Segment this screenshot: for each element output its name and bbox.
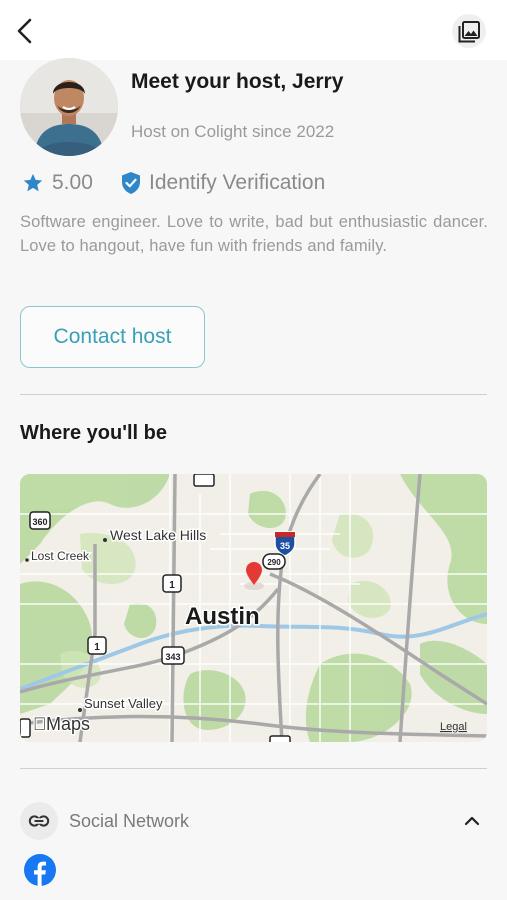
- facebook-icon[interactable]: [24, 854, 56, 886]
- back-arrow-icon: [17, 18, 32, 44]
- host-bio: Software engineer. Love to write, bad bu…: [20, 213, 488, 255]
- host-since-text: Host on Colight since 2022: [131, 122, 335, 141]
- verified-badge-icon: [122, 172, 140, 194]
- verification-label: Identify Verification: [149, 171, 326, 194]
- top-bar: [0, 0, 507, 60]
- shield-1: 1: [169, 580, 175, 591]
- social-network-header[interactable]: Social Network: [20, 800, 487, 842]
- host-avatar: [20, 58, 118, 156]
- place-sunset-valley: Sunset Valley: [84, 696, 163, 711]
- social-network-label: Social Network: [69, 811, 190, 831]
- location-map[interactable]: 360 1 1 343 35 290 West Lake Hills Lost …: [20, 474, 487, 742]
- place-west-lake-hills: West Lake Hills: [110, 527, 206, 543]
- maps-attribution: Maps: [46, 714, 90, 734]
- rating-value: 5.00: [52, 171, 93, 194]
- shield-290: 290: [267, 558, 281, 567]
- svg-text:: : [33, 714, 47, 734]
- shield-35: 35: [280, 541, 290, 551]
- host-title: Meet your host, Jerry: [131, 70, 344, 93]
- link-icon-container: [20, 802, 58, 840]
- location-section-title: Where you'll be: [20, 422, 168, 444]
- rating-row: 5.00 Identify Verification: [20, 170, 420, 196]
- link-icon: [28, 815, 50, 827]
- chevron-up-icon[interactable]: [461, 810, 483, 832]
- divider: [20, 768, 487, 769]
- place-lost-creek: Lost Creek: [31, 549, 90, 563]
- gallery-icon: [452, 14, 486, 48]
- shield-360: 360: [32, 517, 47, 527]
- divider: [20, 394, 487, 395]
- gallery-button[interactable]: [452, 14, 486, 48]
- star-icon: [23, 173, 43, 192]
- back-button[interactable]: [12, 16, 40, 46]
- svg-text:1: 1: [94, 642, 100, 653]
- shield-343: 343: [165, 652, 180, 662]
- city-label: Austin: [185, 603, 260, 630]
- legal-link: Legal: [440, 721, 467, 733]
- contact-host-button[interactable]: Contact host: [20, 306, 205, 368]
